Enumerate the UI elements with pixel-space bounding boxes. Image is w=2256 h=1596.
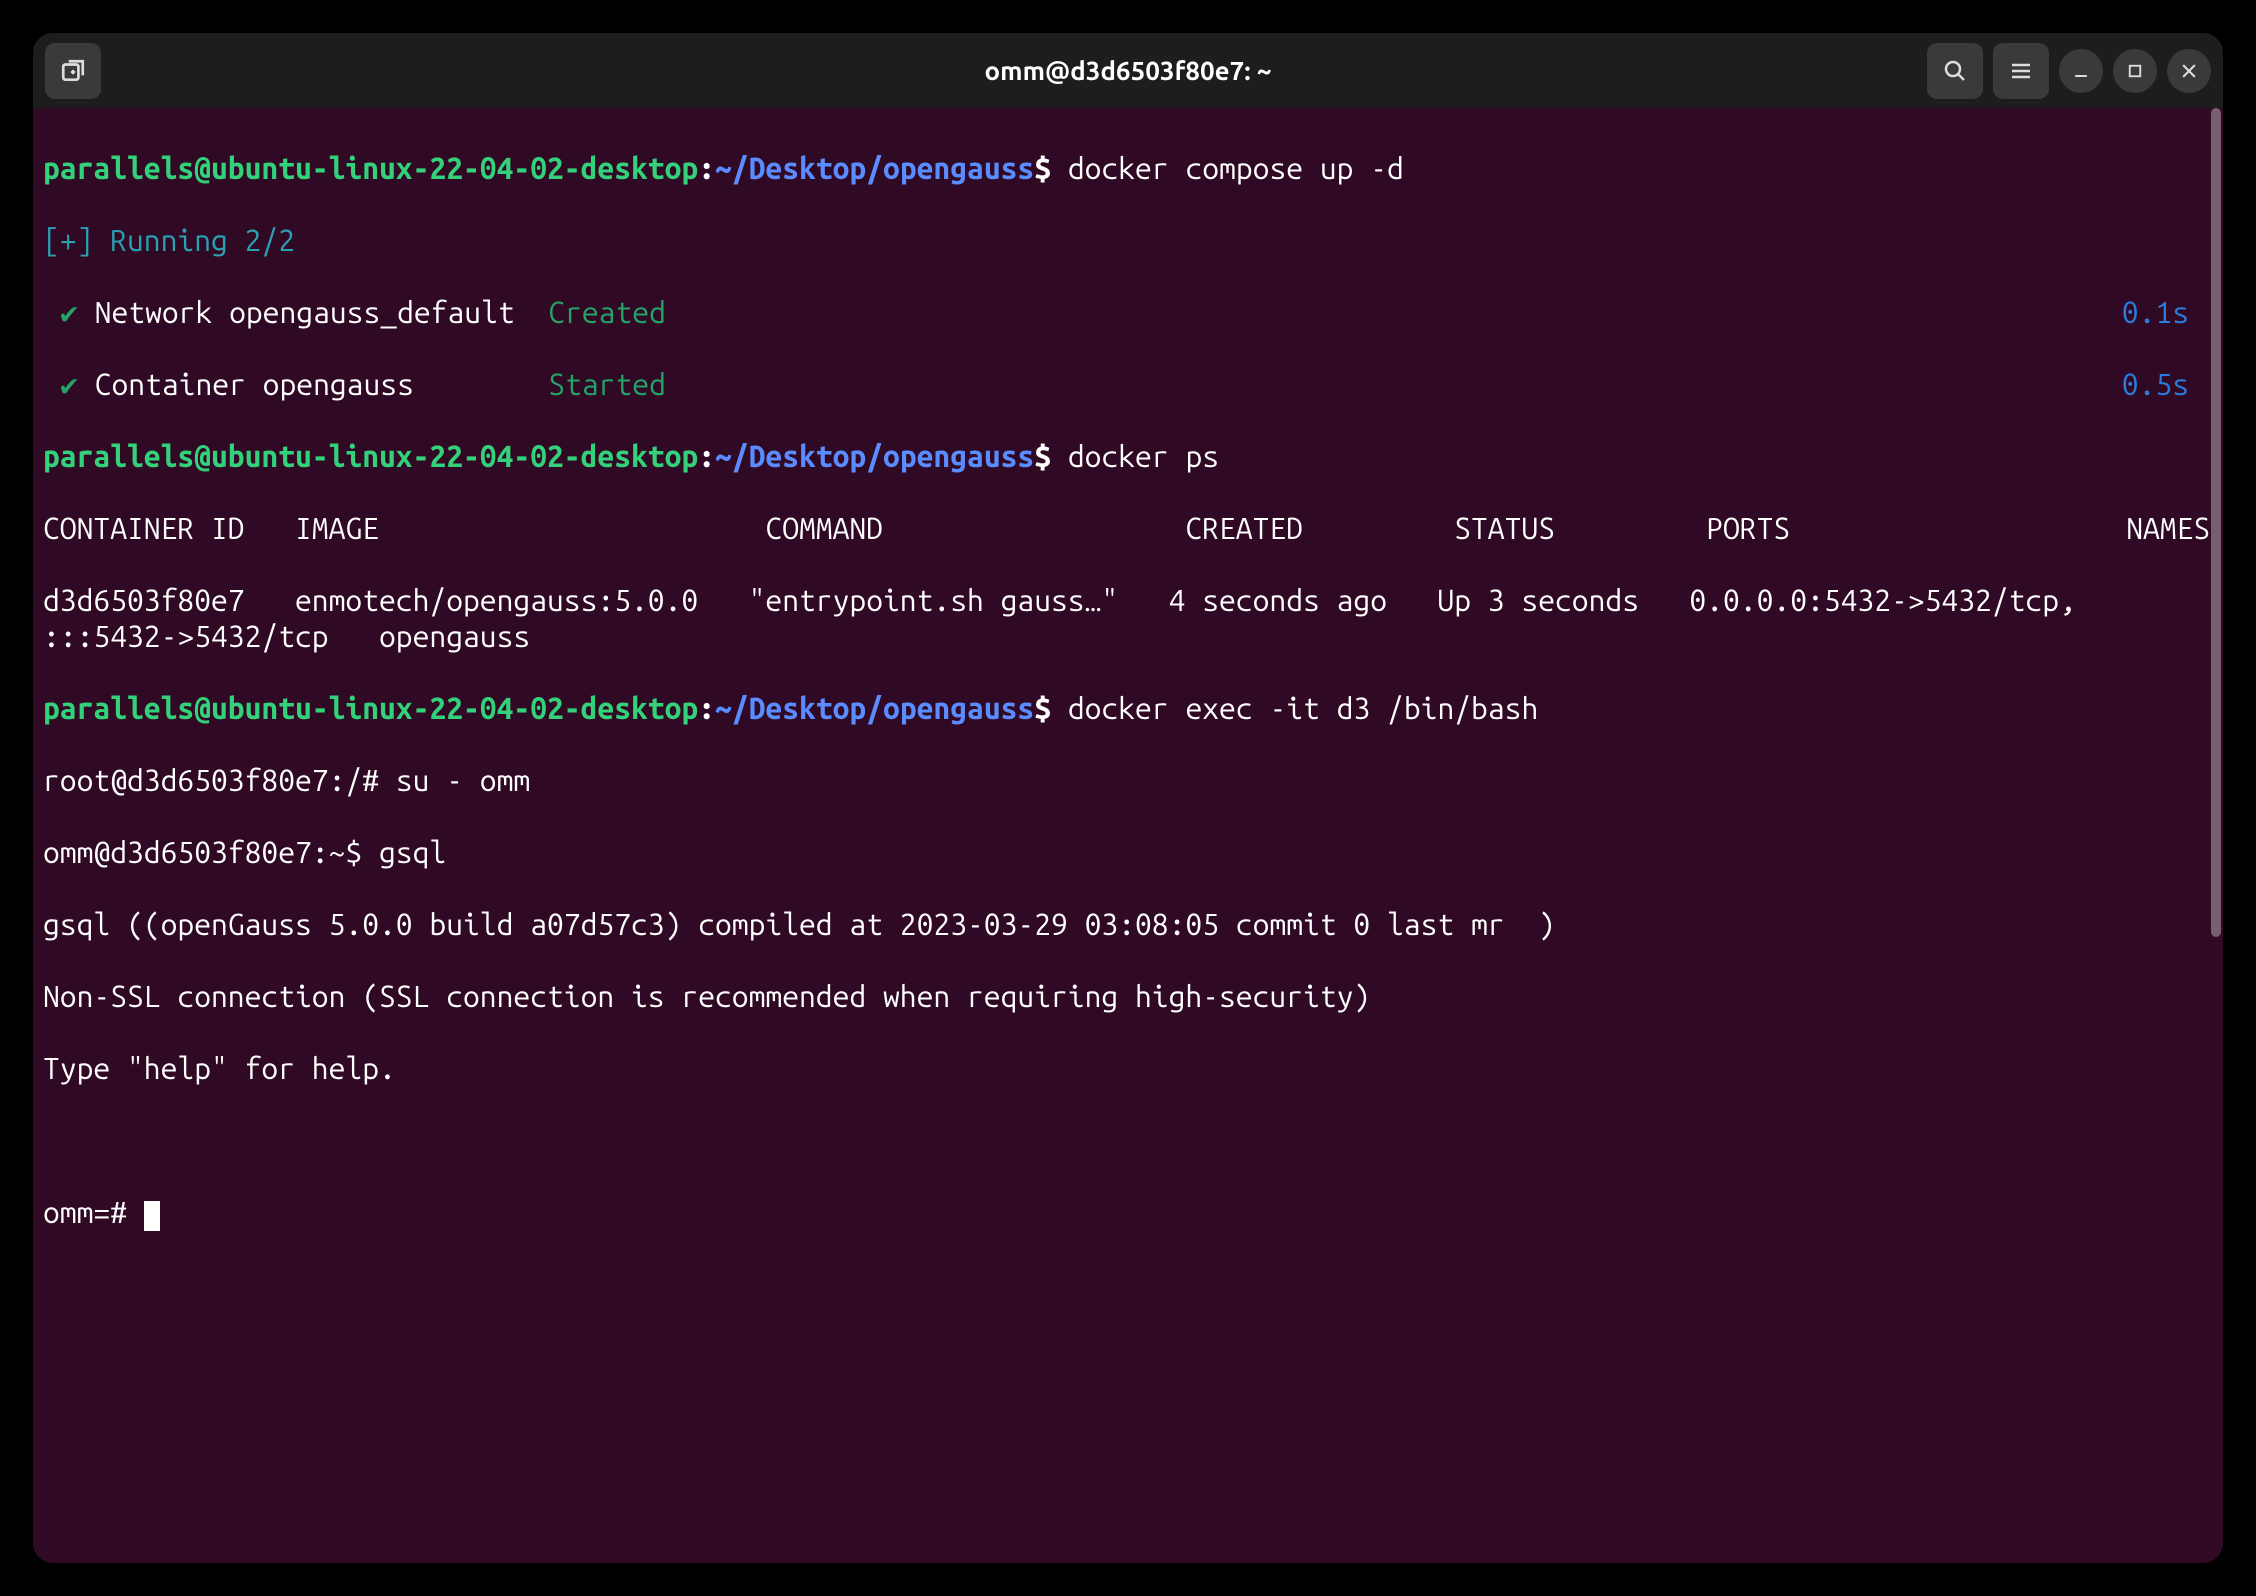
search-button[interactable] xyxy=(1927,43,1983,99)
scrollbar-thumb[interactable] xyxy=(2211,108,2221,937)
root-prompt: root@d3d6503f80e7:/# xyxy=(43,763,396,797)
compose-time: 0.5s xyxy=(2122,366,2213,402)
terminal-line: root@d3d6503f80e7:/# su - omm xyxy=(43,762,2213,798)
close-icon xyxy=(2179,61,2199,81)
terminal-line: ✔ Container opengauss Started0.5s xyxy=(43,366,2213,402)
minimize-button[interactable] xyxy=(2059,49,2103,93)
terminal-line: ✔ Network opengauss_default Created0.1s xyxy=(43,294,2213,330)
command-text: docker ps xyxy=(1068,439,1219,473)
search-icon xyxy=(1943,59,1967,83)
window-title: omm@d3d6503f80e7: ~ xyxy=(33,56,2223,85)
command-text: docker compose up -d xyxy=(1068,151,1404,185)
hamburger-icon xyxy=(2009,59,2033,83)
command-text: su - omm xyxy=(396,763,530,797)
terminal-line: d3d6503f80e7 enmotech/opengauss:5.0.0 "e… xyxy=(43,582,2213,654)
gsql-banner: Type "help" for help. xyxy=(43,1051,396,1085)
prompt-cwd: ~/Desktop/opengauss xyxy=(715,151,1034,185)
titlebar: omm@d3d6503f80e7: ~ xyxy=(33,33,2223,108)
command-text: gsql xyxy=(379,835,446,869)
maximize-icon xyxy=(2126,62,2144,80)
gsql-prompt: omm=# xyxy=(43,1195,144,1229)
checkmark-icon: ✔ xyxy=(60,366,78,402)
terminal-line: Type "help" for help. xyxy=(43,1050,2213,1086)
cursor xyxy=(144,1201,160,1231)
ps-header: CONTAINER ID IMAGE COMMAND CREATED STATU… xyxy=(43,511,2210,545)
terminal-line: gsql ((openGauss 5.0.0 build a07d57c3) c… xyxy=(43,906,2213,942)
terminal-line: parallels@ubuntu-linux-22-04-02-desktop:… xyxy=(43,690,2213,726)
omm-prompt: omm@d3d6503f80e7:~$ xyxy=(43,835,379,869)
gsql-banner: gsql ((openGauss 5.0.0 build a07d57c3) c… xyxy=(43,907,1555,941)
prompt-user-host: parallels@ubuntu-linux-22-04-02-desktop xyxy=(43,151,698,185)
prompt-dollar: $ xyxy=(1034,151,1051,185)
menu-button[interactable] xyxy=(1993,43,2049,99)
maximize-button[interactable] xyxy=(2113,49,2157,93)
terminal-line: parallels@ubuntu-linux-22-04-02-desktop:… xyxy=(43,438,2213,474)
ps-row: d3d6503f80e7 enmotech/opengauss:5.0.0 "e… xyxy=(43,583,2093,653)
terminal-line xyxy=(43,1122,2213,1158)
terminal-line: omm@d3d6503f80e7:~$ gsql xyxy=(43,834,2213,870)
compose-running: [+] Running 2/2 xyxy=(43,223,295,257)
scrollbar[interactable] xyxy=(2209,108,2223,1563)
minimize-icon xyxy=(2071,61,2091,81)
terminal-window: omm@d3d6503f80e7: ~ xyxy=(33,33,2223,1563)
new-tab-icon xyxy=(60,58,86,84)
gsql-banner: Non-SSL connection (SSL connection is re… xyxy=(43,979,1370,1013)
terminal-line: omm=# xyxy=(43,1194,2213,1230)
terminal-line: [+] Running 2/2 xyxy=(43,222,2213,258)
new-tab-button[interactable] xyxy=(45,43,101,99)
compose-time: 0.1s xyxy=(2122,294,2213,330)
terminal-line: Non-SSL connection (SSL connection is re… xyxy=(43,978,2213,1014)
command-text: docker exec -it d3 /bin/bash xyxy=(1068,691,1538,725)
checkmark-icon: ✔ xyxy=(60,294,78,330)
close-button[interactable] xyxy=(2167,49,2211,93)
terminal-viewport[interactable]: parallels@ubuntu-linux-22-04-02-desktop:… xyxy=(33,108,2223,1563)
terminal-line: CONTAINER ID IMAGE COMMAND CREATED STATU… xyxy=(43,510,2213,546)
terminal-line: parallels@ubuntu-linux-22-04-02-desktop:… xyxy=(43,150,2213,186)
